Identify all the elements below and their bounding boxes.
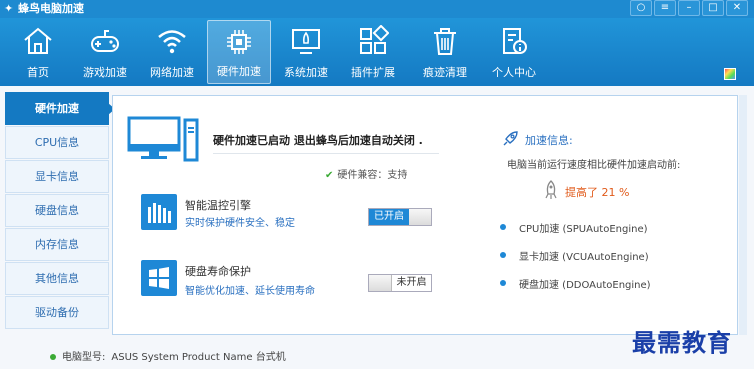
compat-text: 硬件兼容：支持 [337, 170, 408, 181]
sidebar-item-disk-info[interactable]: 硬盘信息 [5, 194, 109, 227]
main-toolbar: 首页 游戏加速 网络加速 硬件加速 系统加速 插件扩展 痕迹清理 个人中心 [0, 18, 754, 86]
skin-icon[interactable]: ○ [630, 0, 652, 16]
tab-label: 游戏加速 [83, 66, 127, 79]
tab-home[interactable]: 首页 [6, 20, 70, 84]
hummingbird-logo-icon: ✦ [4, 2, 14, 15]
maximize-icon[interactable]: □ [702, 0, 724, 16]
tab-label: 插件扩展 [351, 66, 395, 79]
sidebar-item-gpu-info[interactable]: 显卡信息 [5, 160, 109, 193]
sidebar-item-other-info[interactable]: 其他信息 [5, 262, 109, 295]
status-dot [500, 252, 506, 258]
tab-hardware-accel[interactable]: 硬件加速 [207, 20, 271, 84]
model-value: ASUS System Product Name 台式机 [111, 352, 286, 363]
tab-label: 系统加速 [284, 66, 328, 79]
title-bar: ✦ 蜂鸟电脑加速 ○ ≡ – □ ✕ [0, 0, 754, 18]
status-dot [500, 224, 506, 230]
check-icon: ✔ [325, 170, 334, 181]
feature-desc: 实时保护硬件安全、稳定 [185, 218, 295, 229]
toggle-thumb [369, 275, 392, 291]
sidebar-item-memory-info[interactable]: 内存信息 [5, 228, 109, 261]
accel-info-title: 加速信息: [525, 134, 573, 147]
accel-info-desc: 电脑当前运行速度相比硬件加速启动前: [507, 160, 681, 171]
divider [213, 153, 439, 154]
disk-protect-toggle[interactable]: 未开启 [368, 274, 432, 292]
status-dot [50, 354, 56, 360]
gamepad-icon [91, 30, 119, 52]
rocket-icon [503, 131, 518, 146]
scrollbar[interactable] [739, 95, 747, 335]
temperature-engine-icon [141, 194, 177, 230]
temp-engine-toggle[interactable]: 已开启 [368, 208, 432, 226]
trash-icon [434, 28, 456, 55]
feature-desc: 智能优化加速、延长使用寿命 [185, 286, 315, 297]
feature-title: 智能温控引擎 [185, 199, 251, 212]
engine-gpu: 显卡加速 (VCUAutoEngine) [519, 252, 649, 263]
tab-network-accel[interactable]: 网络加速 [140, 20, 204, 84]
window-controls: ○ ≡ – □ ✕ [630, 0, 748, 16]
tab-plugins[interactable]: 插件扩展 [341, 20, 405, 84]
computer-icon [127, 116, 199, 162]
watermark: 最需教育 [632, 328, 732, 357]
tab-profile[interactable]: 个人中心 [482, 20, 546, 84]
toggle-label: 未开启 [392, 275, 431, 291]
skin-palette-icon[interactable] [724, 68, 736, 80]
chip-icon [227, 30, 251, 54]
engine-disk: 硬盘加速 (DDOAutoEngine) [519, 280, 651, 291]
minimize-icon[interactable]: – [678, 0, 700, 16]
plugin-icon [360, 25, 389, 54]
computer-model: 电脑型号: ASUS System Product Name 台式机 [50, 348, 286, 363]
tab-label: 痕迹清理 [423, 66, 467, 79]
feature-title: 硬盘寿命保护 [185, 265, 251, 278]
profile-icon [503, 28, 527, 54]
wifi-icon [158, 30, 186, 54]
home-icon [24, 27, 52, 54]
status-dot [500, 280, 506, 286]
sidebar-item-driver-backup[interactable]: 驱动备份 [5, 296, 109, 329]
toggle-label: 已开启 [369, 209, 409, 225]
tab-game-accel[interactable]: 游戏加速 [73, 20, 137, 84]
toggle-thumb [409, 209, 431, 225]
sidebar-item-cpu-info[interactable]: CPU信息 [5, 126, 109, 159]
close-icon[interactable]: ✕ [726, 0, 748, 16]
windows-logo-icon [141, 260, 177, 296]
menu-icon[interactable]: ≡ [654, 0, 676, 16]
rocket-screen-icon [292, 29, 320, 54]
tab-label: 首页 [27, 66, 49, 79]
window-title: 蜂鸟电脑加速 [18, 2, 84, 15]
model-label: 电脑型号: [62, 352, 106, 363]
sidebar: 硬件加速 CPU信息 显卡信息 硬盘信息 内存信息 其他信息 驱动备份 [5, 92, 115, 330]
tab-label: 个人中心 [492, 66, 536, 79]
tab-label: 硬件加速 [217, 65, 261, 78]
speed-improvement: 提高了 21 % [565, 186, 630, 199]
tab-trace-clean[interactable]: 痕迹清理 [413, 20, 477, 84]
sidebar-item-hardware-accel[interactable]: 硬件加速 [5, 92, 115, 125]
accel-status-text: 硬件加速已启动 退出蜂鸟后加速自动关闭 . [213, 134, 423, 147]
engine-cpu: CPU加速 (SPUAutoEngine) [519, 224, 648, 235]
tab-label: 网络加速 [150, 66, 194, 79]
content-panel: 硬件加速已启动 退出蜂鸟后加速自动关闭 . ✔ 硬件兼容：支持 智能温控引擎 实时… [112, 95, 738, 335]
rocket-launch-icon [545, 180, 557, 199]
hardware-compat: ✔ 硬件兼容：支持 [325, 166, 407, 181]
tab-system-accel[interactable]: 系统加速 [274, 20, 338, 84]
